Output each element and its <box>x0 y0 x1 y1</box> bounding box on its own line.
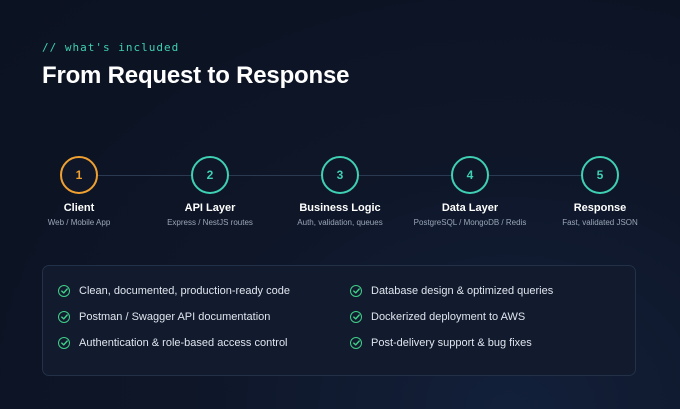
eyebrow-label: // what's included <box>42 41 180 54</box>
feature-item: Authentication & role-based access contr… <box>58 337 288 349</box>
step-title: Client <box>63 202 95 214</box>
step-business-logic: 3 Business Logic Auth, validation, queue… <box>265 156 415 227</box>
step-title: Business Logic <box>299 202 381 214</box>
step-client: 1 Client Web / Mobile App <box>4 156 154 227</box>
check-circle-icon <box>350 285 362 297</box>
step-number: 4 <box>451 156 489 194</box>
feature-label: Clean, documented, production-ready code <box>79 285 290 297</box>
step-title: Response <box>573 202 627 214</box>
step-response: 5 Response Fast, validated JSON <box>525 156 675 227</box>
feature-item: Clean, documented, production-ready code <box>58 285 290 297</box>
pipeline: 1 Client Web / Mobile App 2 API Layer Ex… <box>0 156 680 236</box>
step-title: Data Layer <box>441 202 499 214</box>
step-subtitle: Web / Mobile App <box>47 218 111 227</box>
check-circle-icon <box>58 285 70 297</box>
check-circle-icon <box>350 311 362 323</box>
feature-label: Dockerized deployment to AWS <box>371 311 526 323</box>
step-subtitle: Auth, validation, queues <box>297 218 383 227</box>
check-circle-icon <box>350 337 362 349</box>
feature-label: Post-delivery support & bug fixes <box>371 337 532 349</box>
feature-item: Postman / Swagger API documentation <box>58 311 270 323</box>
feature-label: Authentication & role-based access contr… <box>79 337 288 349</box>
feature-label: Database design & optimized queries <box>371 285 554 297</box>
step-data-layer: 4 Data Layer PostgreSQL / MongoDB / Redi… <box>395 156 545 227</box>
step-subtitle: Express / NestJS routes <box>167 218 253 227</box>
step-subtitle: PostgreSQL / MongoDB / Redis <box>413 218 527 227</box>
step-number: 3 <box>321 156 359 194</box>
step-subtitle: Fast, validated JSON <box>562 218 638 227</box>
check-circle-icon <box>58 337 70 349</box>
step-number: 2 <box>191 156 229 194</box>
step-number: 1 <box>60 156 98 194</box>
features-panel: Clean, documented, production-ready code… <box>42 265 636 376</box>
page-title: From Request to Response <box>42 62 350 89</box>
feature-item: Database design & optimized queries <box>350 285 553 297</box>
feature-label: Postman / Swagger API documentation <box>79 311 271 323</box>
step-number: 5 <box>581 156 619 194</box>
check-circle-icon <box>58 311 70 323</box>
step-api-layer: 2 API Layer Express / NestJS routes <box>135 156 285 227</box>
feature-item: Post-delivery support & bug fixes <box>350 337 532 349</box>
feature-item: Dockerized deployment to AWS <box>350 311 525 323</box>
step-title: API Layer <box>184 202 236 214</box>
